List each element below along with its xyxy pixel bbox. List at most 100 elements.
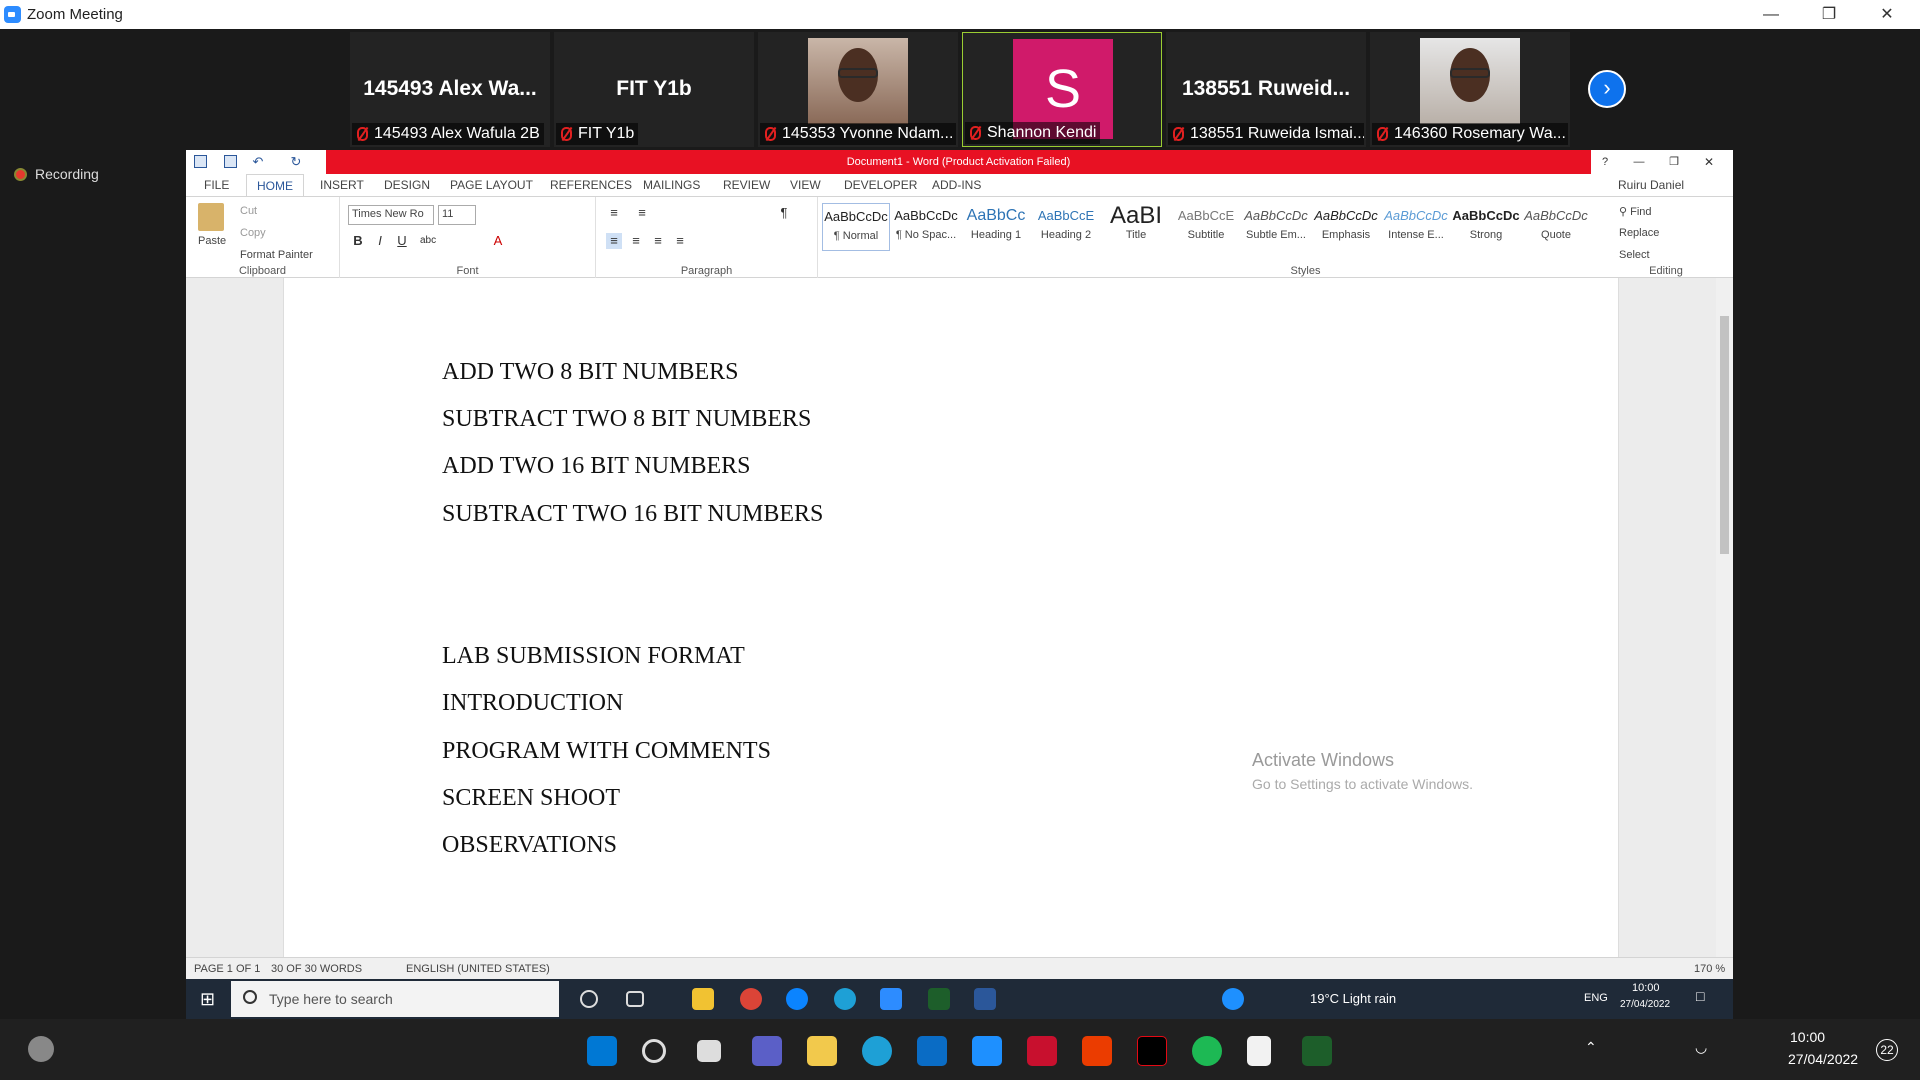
l-app-icon[interactable]	[972, 1036, 1002, 1066]
recording-indicator[interactable]: Recording	[14, 166, 99, 182]
undo-icon[interactable]: ↶	[250, 154, 266, 170]
font-size-combo[interactable]: 11	[438, 205, 476, 225]
scrollbar-thumb[interactable]	[1720, 316, 1729, 554]
italic-icon[interactable]: I	[372, 233, 388, 249]
align-left-icon[interactable]: ≡	[606, 233, 622, 249]
participant-tile[interactable]: 145353 Yvonne Ndam...	[758, 32, 958, 147]
style-intense-emphasis[interactable]: AaBbCcDc Intense E...	[1382, 203, 1450, 251]
tab-insert[interactable]: INSERT	[320, 178, 364, 192]
document-line[interactable]: SUBTRACT TWO 8 BIT NUMBERS	[442, 406, 811, 433]
minimize-icon[interactable]: —	[1631, 154, 1647, 170]
zoom-level[interactable]: 170 %	[1694, 963, 1725, 975]
vertical-scrollbar[interactable]	[1716, 278, 1733, 957]
mcafee-icon[interactable]	[1027, 1036, 1057, 1066]
office-icon[interactable]	[1082, 1036, 1112, 1066]
netflix-icon[interactable]	[1137, 1036, 1167, 1066]
task-view-icon[interactable]	[697, 1040, 721, 1062]
edge-icon[interactable]	[834, 988, 856, 1010]
tab-developer[interactable]: DEVELOPER	[844, 178, 917, 192]
pilcrow-icon[interactable]: ¶	[776, 205, 792, 221]
align-right-icon[interactable]: ≡	[650, 233, 666, 249]
document-line[interactable]: OBSERVATIONS	[442, 832, 617, 859]
clock-time[interactable]: 10:00	[1632, 982, 1660, 994]
clock-time[interactable]: 10:00	[1790, 1029, 1825, 1045]
paste-button[interactable]: Paste	[198, 235, 226, 247]
language[interactable]: ENGLISH (UNITED STATES)	[406, 963, 550, 975]
document-line[interactable]: SCREEN SHOOT	[442, 785, 620, 812]
restore-icon[interactable]: ❐	[1800, 0, 1858, 29]
file-explorer-icon[interactable]	[692, 988, 714, 1010]
style-heading-1[interactable]: AaBbCc Heading 1	[962, 203, 1030, 251]
emulator-icon[interactable]	[928, 988, 950, 1010]
select-button[interactable]: Select	[1619, 249, 1650, 261]
spotify-icon[interactable]	[1192, 1036, 1222, 1066]
notification-icon[interactable]: □	[1696, 988, 1704, 1004]
tab-file[interactable]: FILE	[204, 178, 229, 192]
page-count[interactable]: PAGE 1 OF 1	[194, 963, 260, 975]
copy-button[interactable]: Copy	[240, 227, 266, 239]
user-name[interactable]: Ruiru Daniel	[1618, 178, 1684, 192]
input-language[interactable]: ENG	[1584, 992, 1608, 1004]
zoom-icon[interactable]	[880, 988, 902, 1010]
save-icon[interactable]	[224, 155, 237, 168]
format-painter-button[interactable]: Format Painter	[240, 249, 313, 261]
bullets-icon[interactable]: ≡	[606, 205, 622, 221]
file-explorer-icon[interactable]	[807, 1036, 837, 1066]
clock-date[interactable]: 27/04/2022	[1620, 999, 1670, 1010]
justify-icon[interactable]: ≡	[672, 233, 688, 249]
widgets-icon[interactable]	[28, 1036, 54, 1062]
browser-icon[interactable]	[786, 988, 808, 1010]
emulator-icon[interactable]	[1302, 1036, 1332, 1066]
strikethrough-icon[interactable]: abc	[420, 233, 436, 249]
document-line[interactable]: PROGRAM WITH COMMENTS	[442, 738, 771, 765]
word-count[interactable]: 30 OF 30 WORDS	[271, 963, 362, 975]
notepad-icon[interactable]	[1247, 1036, 1271, 1066]
style-quote[interactable]: AaBbCcDc Quote	[1522, 203, 1590, 251]
windows-start-icon[interactable]: ⊞	[200, 989, 215, 1010]
style-subtitle[interactable]: AaBbCcE Subtitle	[1172, 203, 1240, 251]
style-normal[interactable]: AaBbCcDc ¶ Normal	[822, 203, 890, 251]
task-view-icon[interactable]	[626, 991, 644, 1007]
participant-tile[interactable]: 145493 Alex Wa... 145493 Alex Wafula 2B	[350, 32, 550, 147]
numbering-icon[interactable]: ≡	[634, 205, 650, 221]
document-line[interactable]: ADD TWO 8 BIT NUMBERS	[442, 359, 738, 386]
chevron-up-icon[interactable]: ⌃	[1585, 1039, 1597, 1056]
store-icon[interactable]	[917, 1036, 947, 1066]
restore-icon[interactable]: ❐	[1666, 154, 1682, 170]
style-no-spacing[interactable]: AaBbCcDc ¶ No Spac...	[892, 203, 960, 251]
paste-icon[interactable]	[198, 203, 224, 231]
notification-badge[interactable]: 22	[1876, 1039, 1898, 1061]
edge-icon[interactable]	[862, 1036, 892, 1066]
search-input[interactable]: Type here to search	[231, 981, 559, 1017]
font-name-combo[interactable]: Times New Ro	[348, 205, 434, 225]
weather[interactable]: 19°C Light rain	[1310, 991, 1396, 1006]
clock-date[interactable]: 27/04/2022	[1788, 1051, 1858, 1067]
style-emphasis[interactable]: AaBbCcDc Emphasis	[1312, 203, 1380, 251]
style-subtle-emphasis[interactable]: AaBbCcDc Subtle Em...	[1242, 203, 1310, 251]
close-icon[interactable]: ✕	[1701, 154, 1717, 170]
style-strong[interactable]: AaBbCcDc Strong	[1452, 203, 1520, 251]
underline-icon[interactable]: U	[394, 233, 410, 249]
style-heading-2[interactable]: AaBbCcE Heading 2	[1032, 203, 1100, 251]
wifi-icon[interactable]: ◡	[1695, 1039, 1707, 1056]
tab-review[interactable]: REVIEW	[723, 178, 770, 192]
tab-page-layout[interactable]: PAGE LAYOUT	[450, 178, 533, 192]
replace-button[interactable]: Replace	[1619, 227, 1659, 239]
document-line[interactable]: SUBTRACT TWO 16 BIT NUMBERS	[442, 501, 823, 528]
tab-home[interactable]: HOME	[246, 174, 304, 197]
help-icon[interactable]: ?	[1597, 154, 1613, 170]
search-icon[interactable]	[642, 1039, 666, 1063]
document-line[interactable]: LAB SUBMISSION FORMAT	[442, 643, 745, 670]
style-title[interactable]: AaBI Title	[1102, 203, 1170, 251]
minimize-icon[interactable]: —	[1742, 0, 1800, 29]
bold-icon[interactable]: B	[350, 233, 366, 249]
font-color-icon[interactable]: A	[490, 233, 506, 249]
participant-tile[interactable]: 146360 Rosemary Wa...	[1370, 32, 1570, 147]
document-line[interactable]: INTRODUCTION	[442, 690, 623, 717]
align-center-icon[interactable]: ≡	[628, 233, 644, 249]
participant-tile[interactable]: 138551 Ruweid... 138551 Ruweida Ismai...	[1166, 32, 1366, 147]
teams-chat-icon[interactable]	[752, 1036, 782, 1066]
help-icon[interactable]	[1222, 988, 1244, 1010]
tab-view[interactable]: VIEW	[790, 178, 821, 192]
tab-add-ins[interactable]: ADD-INS	[932, 178, 981, 192]
